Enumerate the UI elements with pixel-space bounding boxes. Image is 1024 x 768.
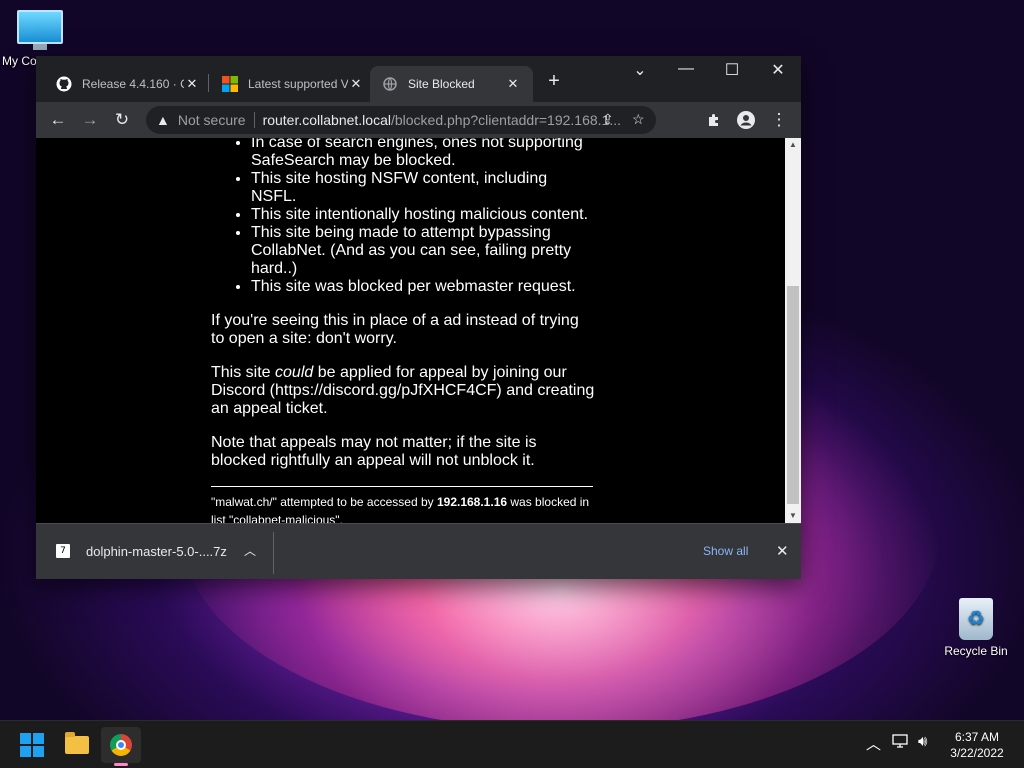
avatar-icon bbox=[737, 111, 755, 129]
profile-button[interactable] bbox=[734, 108, 758, 132]
scroll-up-arrow[interactable]: ▲ bbox=[785, 138, 801, 152]
tab-release[interactable]: Release 4.4.160 · C ✕ bbox=[44, 66, 212, 102]
taskbar: ︿ 🔊︎ 6:37 AM 3/22/2022 bbox=[0, 720, 1024, 768]
list-item: This site intentionally hosting maliciou… bbox=[251, 206, 596, 224]
share-icon[interactable]: ⇪ bbox=[602, 111, 614, 128]
url-host: router.collabnet.local bbox=[262, 112, 391, 128]
appeal-paragraph: This site could be applied for appeal by… bbox=[211, 364, 596, 418]
clock-time: 6:37 AM bbox=[954, 730, 1000, 744]
divider bbox=[211, 486, 593, 487]
chrome-icon bbox=[110, 734, 132, 756]
new-tab-button[interactable]: + bbox=[542, 70, 566, 93]
tab-title: Release 4.4.160 · C bbox=[82, 77, 184, 91]
close-window-button[interactable]: ✕ bbox=[756, 60, 800, 80]
network-icon[interactable] bbox=[892, 733, 910, 753]
windows-logo-icon bbox=[20, 733, 44, 757]
globe-icon bbox=[382, 76, 398, 92]
show-hidden-icons-button[interactable]: ︿ bbox=[866, 733, 881, 754]
reload-button[interactable]: ↻ bbox=[110, 108, 134, 132]
extensions-button[interactable] bbox=[702, 108, 726, 132]
chrome-taskbar-button[interactable] bbox=[101, 727, 141, 763]
close-tab-icon[interactable]: ✕ bbox=[184, 76, 200, 92]
show-all-button[interactable]: Show all bbox=[703, 544, 748, 558]
page-scrollbar[interactable]: ▲ ▼ bbox=[785, 138, 801, 523]
menu-kebab-icon[interactable]: ⋮ bbox=[767, 108, 791, 132]
folder-icon bbox=[65, 732, 89, 754]
browser-toolbar: ← → ↻ ▲ Not secure router.collabnet.loca… bbox=[36, 102, 801, 138]
list-item: This site hosting NSFW content, includin… bbox=[251, 170, 596, 206]
desktop-icon-recycle-bin[interactable]: Recycle Bin bbox=[940, 598, 1012, 658]
monitor-icon bbox=[17, 10, 63, 44]
system-clock[interactable]: 6:37 AM 3/22/2022 bbox=[940, 729, 1014, 761]
block-footnote: "malwat.ch/" attempted to be accessed by… bbox=[211, 493, 596, 523]
tab-latest-supported[interactable]: Latest supported V ✕ bbox=[210, 66, 376, 102]
download-shelf: 7 dolphin-master-5.0-....7z ︿ Show all ✕ bbox=[36, 523, 801, 579]
download-item[interactable]: dolphin-master-5.0-....7z bbox=[86, 544, 227, 559]
footnote-ip: 192.168.1.16 bbox=[436, 495, 508, 509]
note-paragraph: Note that appeals may not matter; if the… bbox=[211, 434, 537, 469]
tab-divider bbox=[208, 74, 209, 92]
tab-strip: Release 4.4.160 · C ✕ Latest supported V… bbox=[36, 56, 801, 102]
download-divider bbox=[273, 532, 274, 574]
address-bar[interactable]: ▲ Not secure router.collabnet.local /blo… bbox=[146, 106, 656, 134]
url-path: /blocked.php?clientaddr=192.168.1... bbox=[390, 112, 621, 128]
chevron-up-icon[interactable]: ︿ bbox=[244, 542, 256, 559]
tab-title: Latest supported V bbox=[248, 77, 348, 91]
monitor-stand bbox=[33, 44, 47, 50]
list-item: This site was blocked per webmaster requ… bbox=[251, 278, 596, 296]
archive-file-icon: 7 bbox=[56, 544, 70, 558]
appeal-text-start: This site bbox=[211, 364, 276, 381]
footnote-site: "malwat.ch/" attempted to be accessed by bbox=[211, 495, 437, 509]
github-icon bbox=[56, 76, 72, 92]
browser-window: Release 4.4.160 · C ✕ Latest supported V… bbox=[36, 56, 801, 579]
recycle-bin-icon bbox=[959, 598, 993, 640]
scroll-down-arrow[interactable]: ▼ bbox=[785, 509, 801, 523]
microsoft-icon bbox=[222, 76, 238, 92]
forward-button[interactable]: → bbox=[78, 108, 102, 132]
clock-date: 3/22/2022 bbox=[950, 746, 1004, 760]
tab-site-blocked[interactable]: Site Blocked ✕ bbox=[370, 66, 533, 102]
puzzle-icon bbox=[709, 114, 718, 126]
page-content: In case of search engines, ones not supp… bbox=[36, 138, 785, 523]
blocked-page: In case of search engines, ones not supp… bbox=[211, 138, 596, 523]
maximize-button[interactable]: ☐ bbox=[710, 60, 754, 80]
tab-search-button[interactable]: ⌄ bbox=[618, 60, 662, 80]
close-download-shelf-icon[interactable]: ✕ bbox=[776, 542, 789, 560]
desktop-icon-label: Recycle Bin bbox=[944, 644, 1008, 658]
file-explorer-button[interactable] bbox=[57, 727, 97, 763]
warning-icon: ▲ bbox=[156, 112, 170, 128]
minimize-button[interactable]: — bbox=[664, 60, 708, 78]
block-reasons-list: In case of search engines, ones not supp… bbox=[211, 138, 596, 296]
close-tab-icon[interactable]: ✕ bbox=[348, 76, 364, 92]
security-label[interactable]: Not secure bbox=[178, 112, 246, 128]
close-tab-icon[interactable]: ✕ bbox=[505, 76, 521, 92]
active-app-indicator bbox=[114, 763, 128, 766]
start-button[interactable] bbox=[12, 727, 52, 763]
bookmark-star-icon[interactable]: ☆ bbox=[632, 111, 645, 128]
appeal-emphasis: could bbox=[275, 364, 314, 381]
ad-paragraph: If you're seeing this in place of a ad i… bbox=[211, 312, 579, 347]
volume-icon[interactable]: 🔊︎ bbox=[918, 733, 927, 750]
list-item: In case of search engines, ones not supp… bbox=[251, 138, 596, 170]
scrollbar-thumb[interactable] bbox=[787, 286, 799, 504]
list-item: This site being made to attempt bypassin… bbox=[251, 224, 596, 278]
omnibox-divider bbox=[253, 112, 255, 128]
tab-title: Site Blocked bbox=[408, 77, 475, 91]
back-button[interactable]: ← bbox=[46, 108, 70, 132]
